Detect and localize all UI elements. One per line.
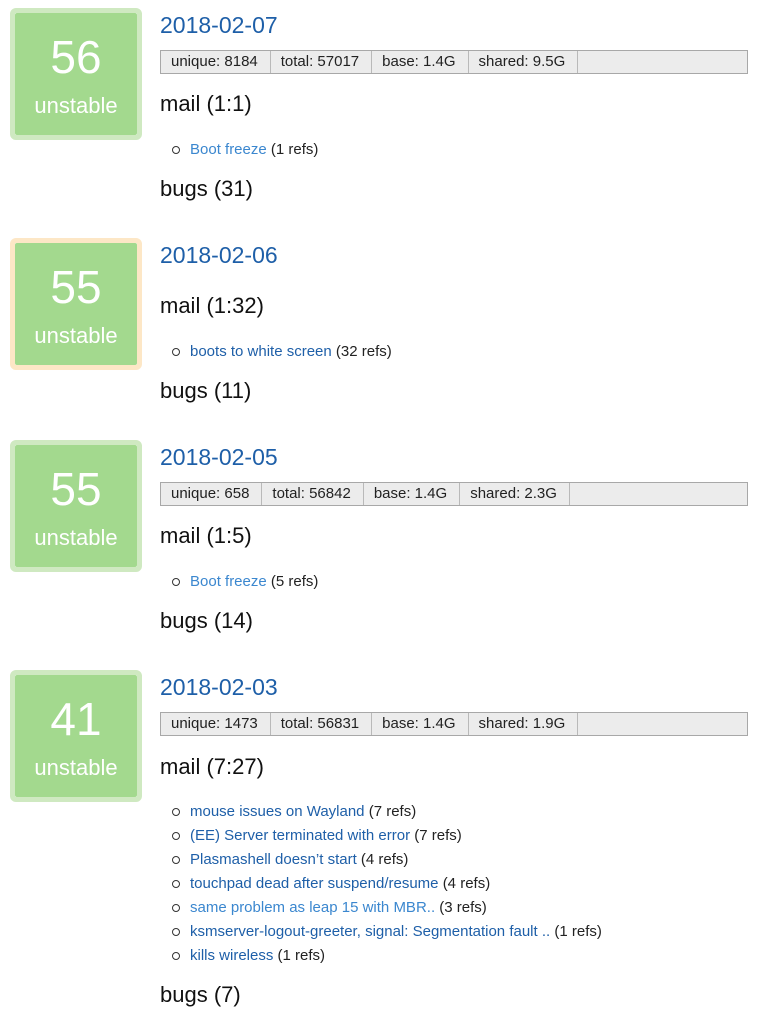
stat-unique: unique: 1473 <box>161 713 271 735</box>
score-value: 55 <box>50 261 102 313</box>
score-value: 55 <box>50 463 102 515</box>
mail-heading: mail (7:27) <box>160 754 264 779</box>
score-badge: 55 unstable <box>10 440 142 572</box>
score-value: 41 <box>50 693 102 745</box>
mail-link[interactable]: Plasmashell doesn’t start <box>190 851 357 868</box>
mail-item: touchpad dead after suspend/resume (4 re… <box>170 872 602 896</box>
refs-count: (3 refs) <box>439 899 487 916</box>
mail-link[interactable]: ksmserver-logout-greeter, signal: Segmen… <box>190 923 550 940</box>
refs-count: (1 refs) <box>554 923 602 940</box>
stat-total: total: 56831 <box>271 713 373 735</box>
mail-link[interactable]: same problem as leap 15 with MBR.. <box>190 899 435 916</box>
snapshot-date-link[interactable]: 2018-02-05 <box>160 443 278 471</box>
stat-base: base: 1.4G <box>364 483 461 505</box>
bugs-heading: bugs (31) <box>160 176 253 201</box>
mail-list: boots to white screen (32 refs) <box>170 340 392 364</box>
snapshot-date-link[interactable]: 2018-02-07 <box>160 11 278 39</box>
score-status: unstable <box>34 93 118 118</box>
stat-shared: shared: 1.9G <box>469 713 579 735</box>
snapshot-date-link[interactable]: 2018-02-03 <box>160 673 278 701</box>
stat-base: base: 1.4G <box>372 713 469 735</box>
bugs-heading: bugs (11) <box>160 378 252 403</box>
score-badge: 55 unstable <box>10 238 142 370</box>
stat-total: total: 56842 <box>262 483 364 505</box>
mail-heading: mail (1:5) <box>160 523 252 548</box>
stat-shared: shared: 9.5G <box>469 51 579 73</box>
bugs-heading: bugs (14) <box>160 608 253 633</box>
mail-item: Boot freeze (1 refs) <box>170 138 318 162</box>
refs-count: (7 refs) <box>414 827 462 844</box>
refs-count: (4 refs) <box>360 851 409 868</box>
circle-bullet-icon <box>172 578 180 586</box>
refs-count: (7 refs) <box>368 803 417 820</box>
circle-bullet-icon <box>172 808 180 816</box>
stat-unique: unique: 658 <box>161 483 263 505</box>
mail-link[interactable]: boots to white screen <box>190 343 332 360</box>
stats-bar: unique: 658 total: 56842 base: 1.4G shar… <box>160 482 748 506</box>
mail-item: same problem as leap 15 with MBR.. (3 re… <box>170 896 602 920</box>
circle-bullet-icon <box>172 880 180 888</box>
mail-link[interactable]: touchpad dead after suspend/resume <box>190 875 439 892</box>
circle-bullet-icon <box>172 348 180 356</box>
circle-bullet-icon <box>172 832 180 840</box>
score-status: unstable <box>34 323 118 348</box>
score-value: 56 <box>50 31 102 83</box>
mail-link[interactable]: kills wireless <box>190 947 273 964</box>
mail-link[interactable]: Boot freeze <box>190 573 267 590</box>
stat-shared: shared: 2.3G <box>460 483 570 505</box>
mail-heading: mail (1:32) <box>160 293 264 318</box>
mail-item: Boot freeze (5 refs) <box>170 570 318 594</box>
mail-heading: mail (1:1) <box>160 91 252 116</box>
bugs-heading: bugs (7) <box>160 982 241 1007</box>
mail-link[interactable]: mouse issues on Wayland <box>190 803 365 820</box>
mail-link[interactable]: Boot freeze <box>190 141 267 158</box>
stat-total: total: 57017 <box>271 51 373 73</box>
refs-count: (1 refs) <box>270 141 319 158</box>
refs-count: (32 refs) <box>335 343 392 360</box>
stat-unique: unique: 8184 <box>161 51 271 73</box>
mail-list: Boot freeze (1 refs) <box>170 138 318 162</box>
mail-item: ksmserver-logout-greeter, signal: Segmen… <box>170 920 602 944</box>
mail-item: boots to white screen (32 refs) <box>170 340 392 364</box>
circle-bullet-icon <box>172 904 180 912</box>
score-status: unstable <box>34 755 118 780</box>
score-status: unstable <box>34 525 118 550</box>
mail-item: Plasmashell doesn’t start (4 refs) <box>170 848 602 872</box>
mail-item: kills wireless (1 refs) <box>170 944 602 968</box>
score-badge: 41 unstable <box>10 670 142 802</box>
stats-bar: unique: 1473 total: 56831 base: 1.4G sha… <box>160 712 748 736</box>
mail-item: (EE) Server terminated with error (7 ref… <box>170 824 602 848</box>
snapshot-date-link[interactable]: 2018-02-06 <box>160 241 278 269</box>
stats-bar: unique: 8184 total: 57017 base: 1.4G sha… <box>160 50 748 74</box>
score-badge: 56 unstable <box>10 8 142 140</box>
mail-item: mouse issues on Wayland (7 refs) <box>170 800 602 824</box>
mail-link[interactable]: (EE) Server terminated with error <box>190 827 410 844</box>
circle-bullet-icon <box>172 928 180 936</box>
refs-count: (5 refs) <box>270 573 319 590</box>
mail-list: Boot freeze (5 refs) <box>170 570 318 594</box>
refs-count: (1 refs) <box>277 947 326 964</box>
circle-bullet-icon <box>172 856 180 864</box>
stat-base: base: 1.4G <box>372 51 469 73</box>
circle-bullet-icon <box>172 146 180 154</box>
circle-bullet-icon <box>172 952 180 960</box>
refs-count: (4 refs) <box>442 875 491 892</box>
mail-list: mouse issues on Wayland (7 refs) (EE) Se… <box>170 800 602 968</box>
